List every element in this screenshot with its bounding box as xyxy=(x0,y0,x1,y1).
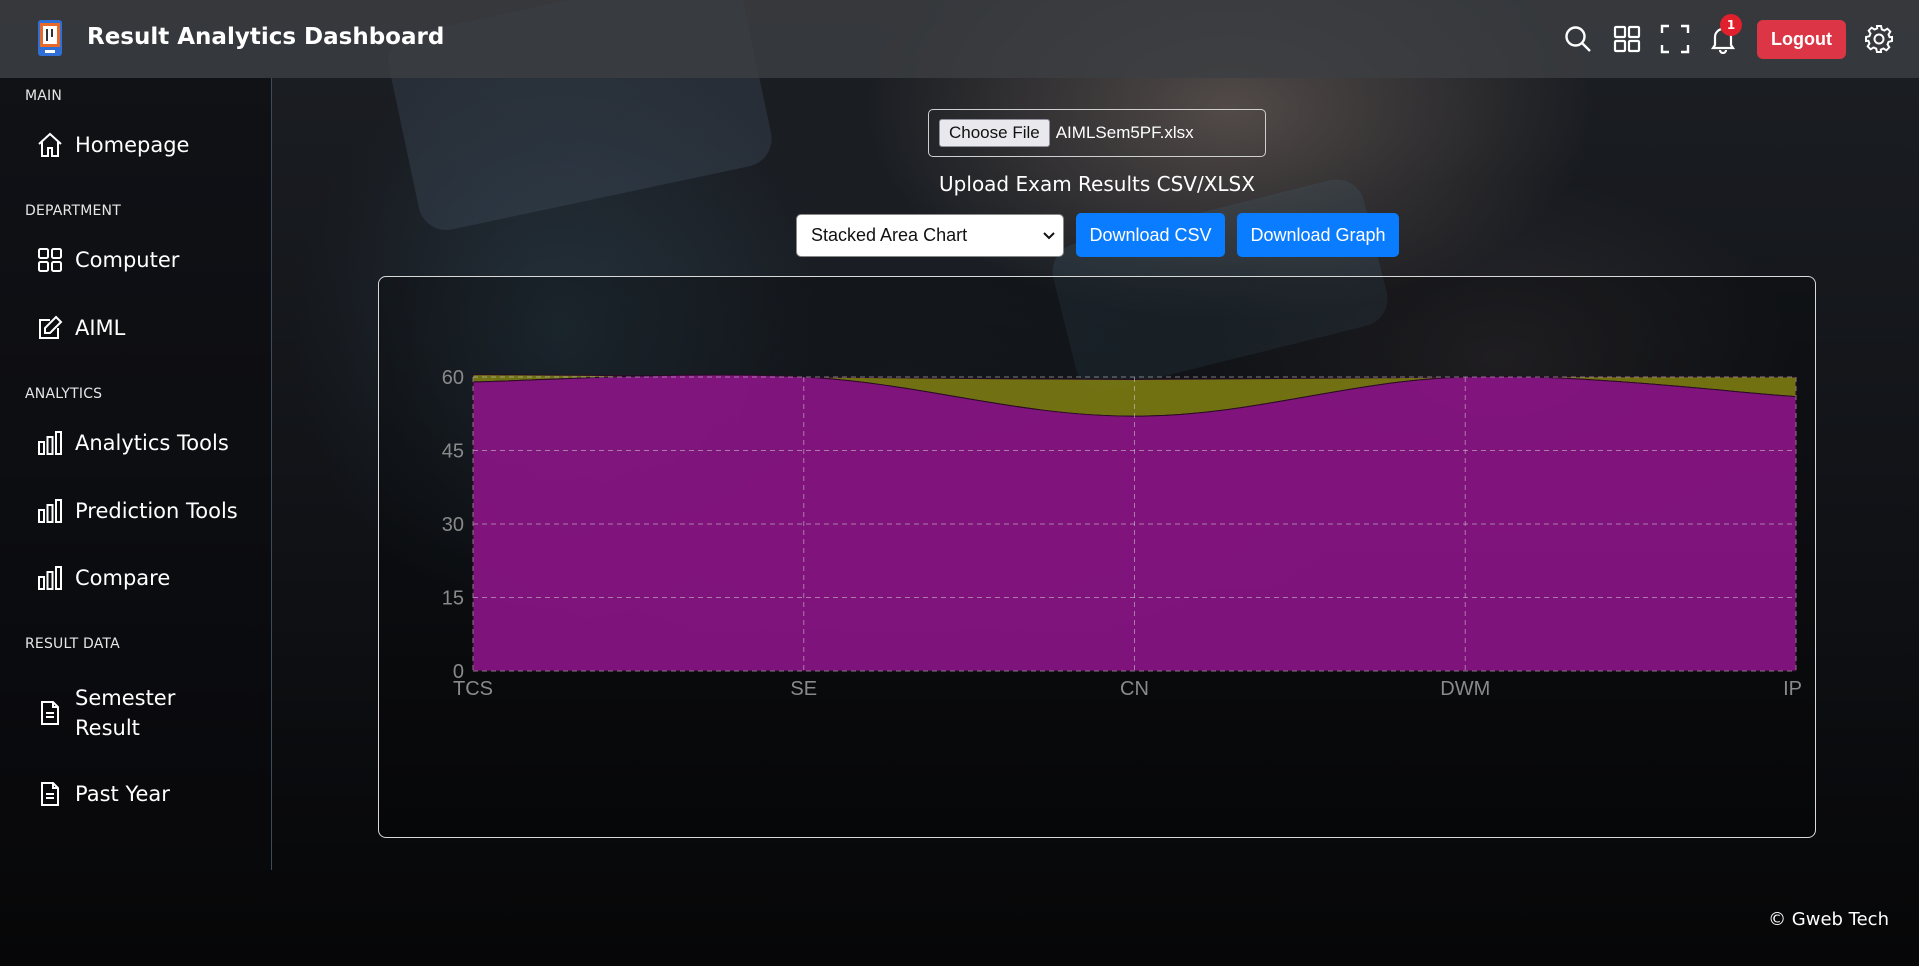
y-tick-label: 30 xyxy=(442,514,464,536)
y-tick-label: 60 xyxy=(442,367,464,389)
y-tick-label: 45 xyxy=(442,441,464,463)
x-tick-label: TCS xyxy=(453,678,493,700)
y-tick-label: 15 xyxy=(442,588,464,610)
x-tick-label: DWM xyxy=(1440,678,1490,700)
stacked-area-chart: 015304560TCS SE CN DWM IP xyxy=(442,367,1802,700)
x-tick-label: IP xyxy=(1783,678,1802,700)
x-tick-label: CN xyxy=(1120,678,1149,700)
x-tick-label: SE xyxy=(790,678,817,700)
